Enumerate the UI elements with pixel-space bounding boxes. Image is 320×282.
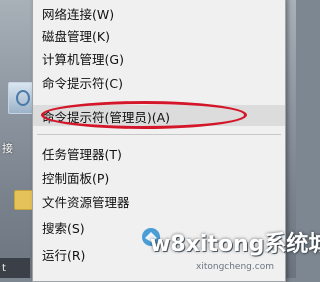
menu-item-file-explorer[interactable]: 文件资源管理器 — [33, 190, 285, 211]
watermark-url: xitongcheng.com — [196, 262, 274, 272]
menu-item-label: 运行(R) — [42, 248, 86, 263]
menu-item-disk-management[interactable]: 磁盘管理(K) — [33, 24, 285, 45]
menu-item-command-prompt-admin[interactable]: 命令提示符(管理员)(A) — [33, 105, 285, 126]
menu-item-label: 控制面板(P) — [42, 171, 110, 186]
desktop-icon-label: 接 — [2, 142, 13, 155]
menu-item-label: 命令提示符(C) — [42, 76, 123, 91]
menu-item-computer-management[interactable]: 计算机管理(G) — [33, 47, 285, 68]
menu-item-label: 文件资源管理器 — [42, 195, 130, 210]
menu-item-command-prompt[interactable]: 命令提示符(C) — [33, 71, 285, 92]
menu-item-task-manager[interactable]: 任务管理器(T) — [33, 142, 285, 163]
menu-item-label: 计算机管理(G) — [42, 52, 124, 67]
watermark-text: w8xitong系统城 — [150, 232, 320, 257]
menu-item-label: 任务管理器(T) — [42, 147, 122, 162]
menu-item-control-panel[interactable]: 控制面板(P) — [33, 166, 285, 187]
menu-separator — [37, 134, 281, 135]
menu-item-label: 命令提示符(管理员)(A) — [42, 110, 171, 125]
menu-item-label: 搜索(S) — [42, 221, 85, 236]
menu-item-label: 磁盘管理(K) — [42, 29, 110, 44]
taskbar-text: t — [2, 263, 6, 274]
menu-item-label: 网络连接(W) — [42, 7, 115, 22]
menu-item-network-connections[interactable]: 网络连接(W) — [33, 2, 285, 23]
